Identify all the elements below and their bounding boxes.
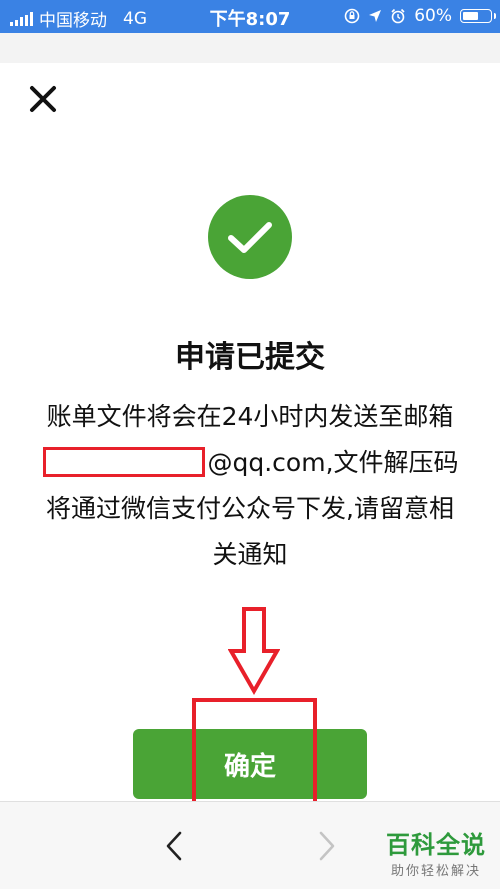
back-button[interactable] <box>160 830 188 862</box>
message-text: 账单文件将会在24小时内发送至邮箱@qq.com,文件解压码将通过微信支付公众号… <box>40 394 460 578</box>
close-icon <box>30 86 56 112</box>
orientation-lock-icon <box>344 8 360 24</box>
status-bar: 中国移动 4G 下午8:07 60% <box>0 0 500 33</box>
bottom-toolbar: 百科全说 助你轻松解决 <box>0 801 500 889</box>
close-button[interactable] <box>26 82 60 116</box>
battery-icon <box>460 9 496 23</box>
annotation-arrow-icon <box>228 605 280 697</box>
page-title: 申请已提交 <box>175 340 325 375</box>
watermark-logo: 百科全说 助你轻松解决 <box>386 825 486 879</box>
location-icon <box>369 10 382 22</box>
alarm-icon <box>391 8 405 24</box>
forward-button[interactable] <box>313 830 341 862</box>
chevron-left-icon <box>166 831 182 861</box>
chevron-right-icon <box>319 831 335 861</box>
battery-percent: 60% <box>414 6 452 26</box>
battery-level <box>463 12 478 20</box>
top-nav-strip <box>0 33 500 63</box>
message-part-1: 账单文件将会在24小时内发送至邮箱 <box>46 402 454 431</box>
watermark-title: 百科全说 <box>386 831 486 859</box>
confirm-button[interactable]: 确定 <box>133 729 367 799</box>
confirm-button-label: 确定 <box>223 751 276 782</box>
status-right: 60% <box>344 6 496 26</box>
checkmark-circle-icon <box>208 195 292 279</box>
watermark-subtitle: 助你轻松解决 <box>390 864 481 879</box>
redacted-email-box <box>43 447 206 477</box>
